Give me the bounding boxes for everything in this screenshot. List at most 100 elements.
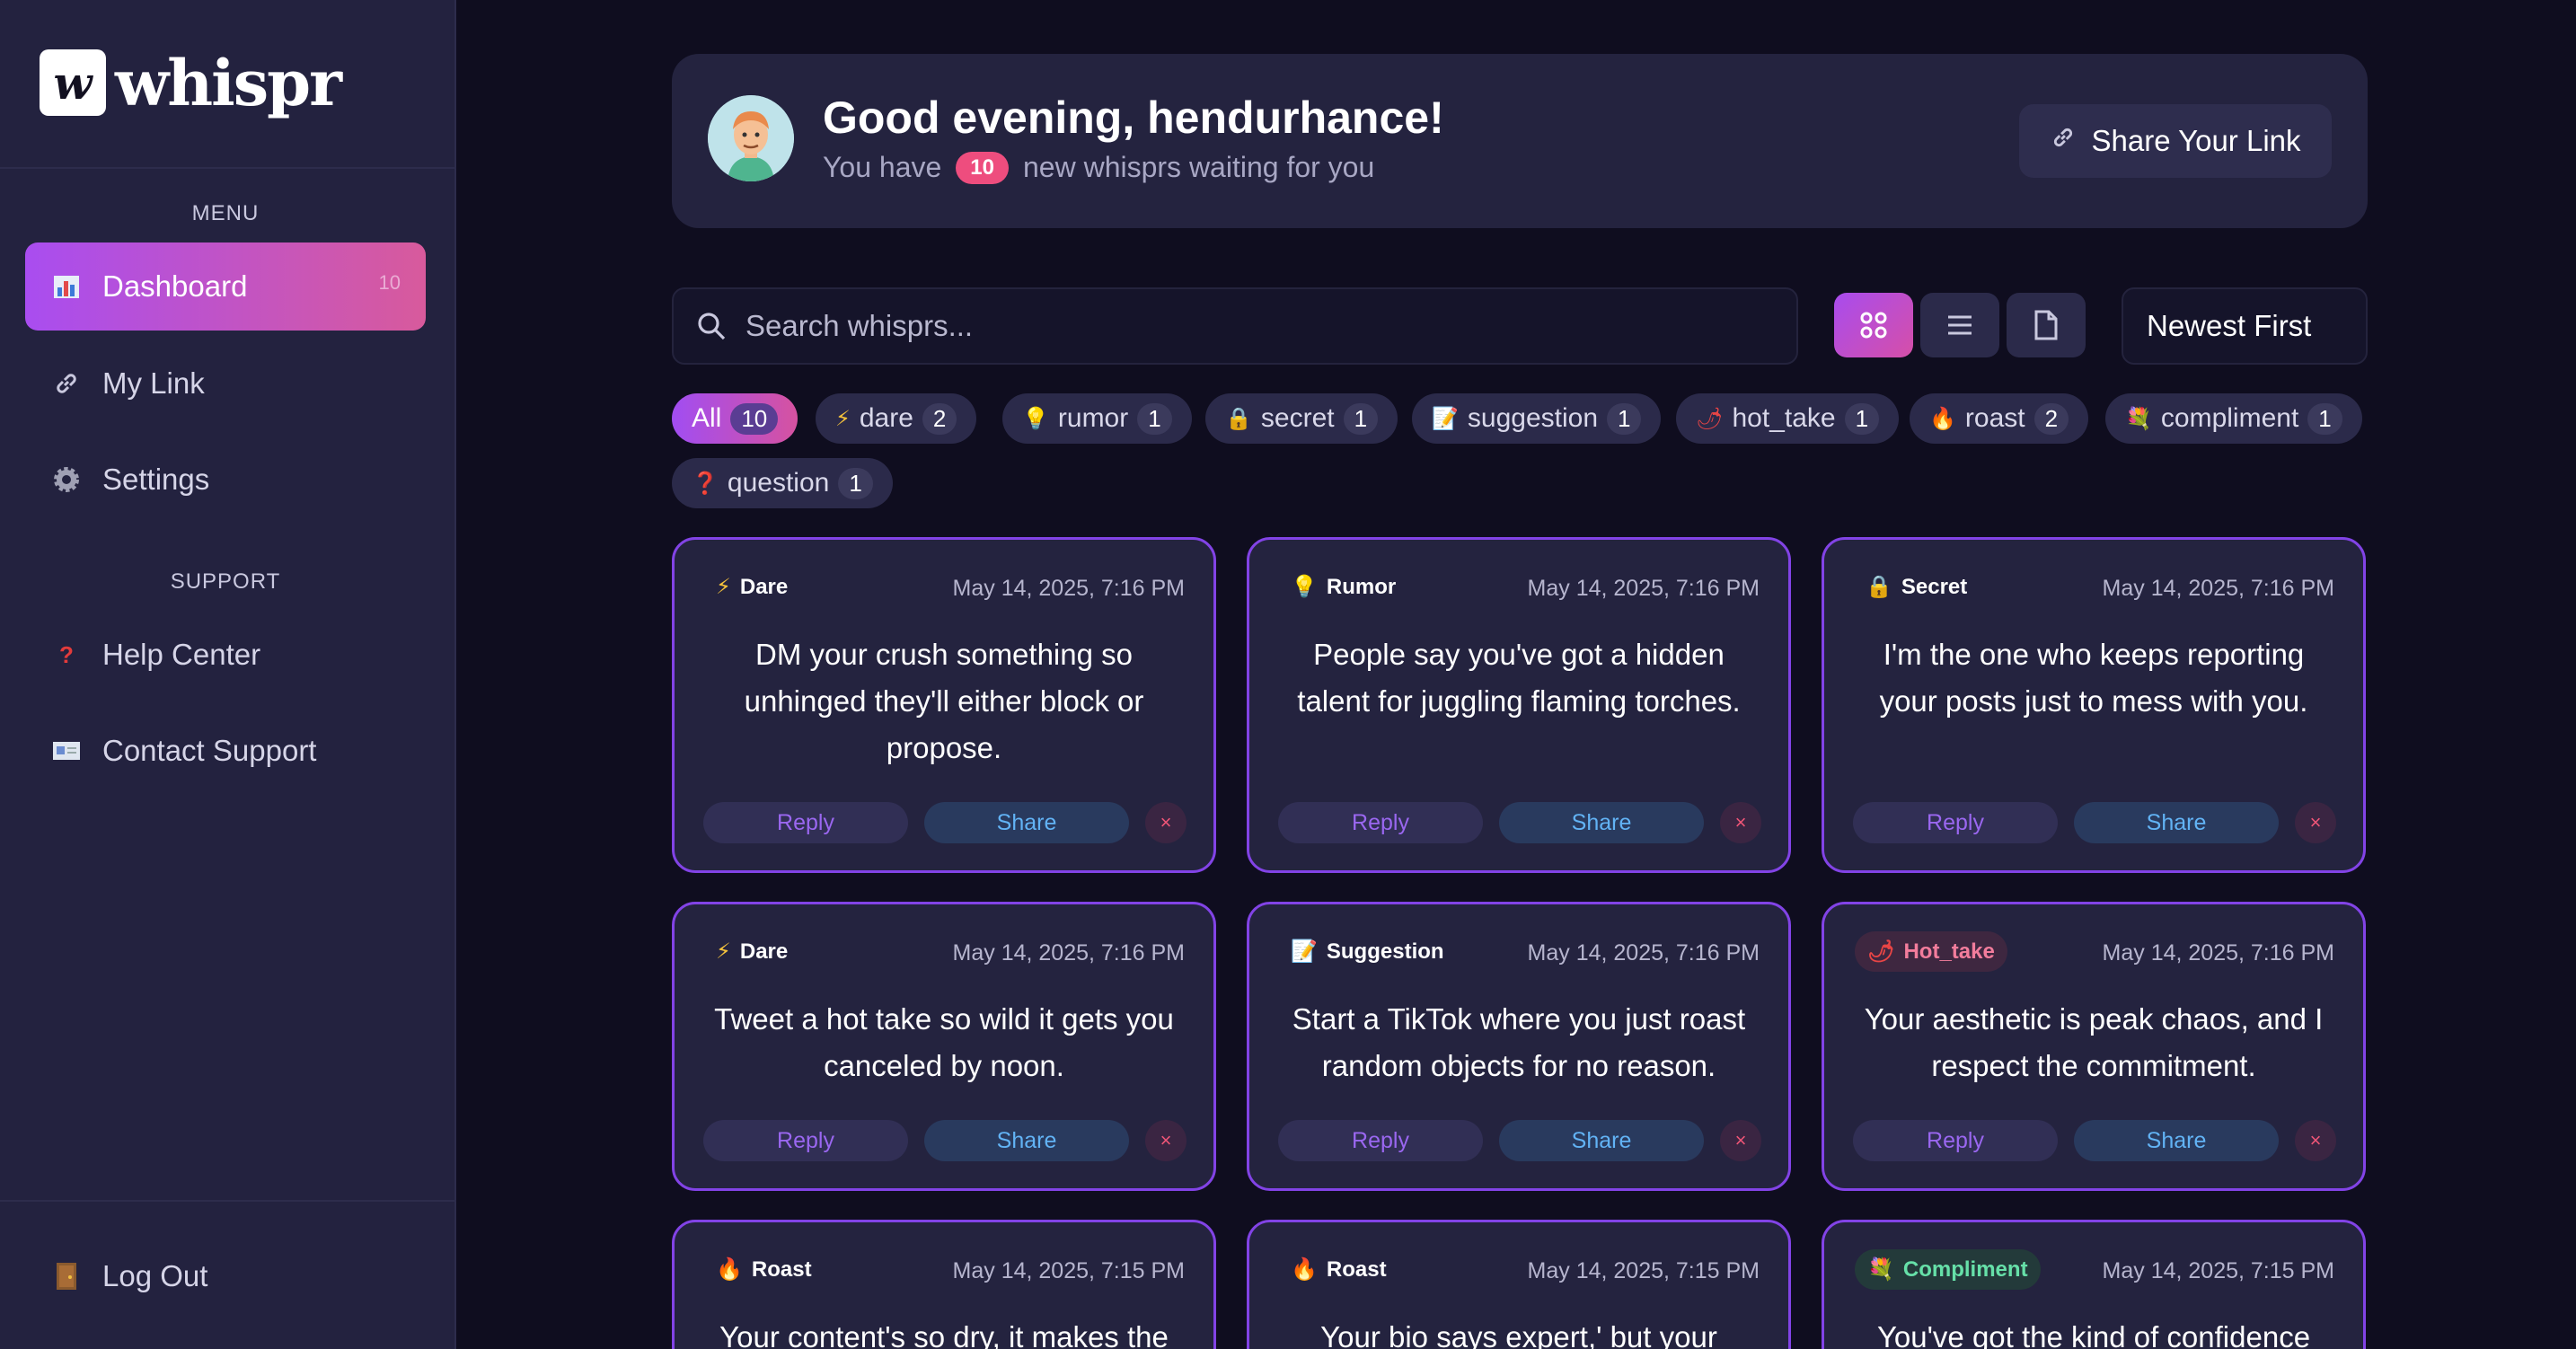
- sidebar-item-settings[interactable]: Settings: [25, 436, 426, 524]
- sidebar-item-contact-support[interactable]: Contact Support: [25, 707, 426, 795]
- envelope-icon: [52, 736, 81, 765]
- chip-count: 2: [922, 402, 957, 435]
- share-your-link-button[interactable]: Share Your Link: [2019, 104, 2332, 178]
- question-icon: ❓: [692, 471, 719, 496]
- whispr-card: 🔒 Secret May 14, 2025, 7:16 PM I'm the on…: [1822, 537, 2366, 873]
- card-date: May 14, 2025, 7:16 PM: [2102, 940, 2334, 965]
- sidebar-item-help-center[interactable]: ? Help Center: [25, 611, 426, 699]
- card-type: 🔥 Roast: [716, 1256, 812, 1283]
- reply-button[interactable]: Reply: [703, 802, 908, 843]
- filter-chip-secret[interactable]: 🔒 secret 1: [1205, 393, 1398, 444]
- card-type: 🔒 Secret: [1866, 574, 1968, 600]
- document-icon: [2034, 310, 2058, 340]
- logout-label: Log Out: [102, 1259, 208, 1292]
- sidebar-item-label: Contact Support: [102, 734, 317, 767]
- delete-button[interactable]: ×: [1145, 802, 1187, 843]
- card-date: May 14, 2025, 7:16 PM: [952, 576, 1185, 601]
- card-type: 💐 Compliment: [1855, 1249, 2041, 1290]
- fire-icon: 🔥: [1929, 406, 1956, 431]
- lightning-icon: ⚡: [716, 939, 731, 964]
- filter-chip-dare[interactable]: ⚡ dare 2: [816, 393, 977, 444]
- delete-button[interactable]: ×: [1720, 1120, 1761, 1161]
- logo[interactable]: w whispr: [40, 45, 342, 120]
- subline-prefix: You have: [823, 151, 942, 183]
- share-button[interactable]: Share: [2074, 802, 2279, 843]
- sort-dropdown[interactable]: Newest First: [2122, 287, 2368, 365]
- reply-button[interactable]: Reply: [1278, 1120, 1483, 1161]
- delete-button[interactable]: ×: [1720, 802, 1761, 843]
- filter-chip-all[interactable]: All 10: [672, 393, 798, 444]
- logout-button[interactable]: Log Out: [25, 1232, 426, 1320]
- chip-label: All: [692, 403, 722, 433]
- brand-name: whispr: [115, 45, 342, 120]
- filter-chip-hot-take[interactable]: 🌶 hot_take 1: [1676, 393, 1900, 444]
- whispr-card: 📝 Suggestion May 14, 2025, 7:16 PM Start …: [1247, 902, 1791, 1191]
- whispr-card: 🌶 Hot_take May 14, 2025, 7:16 PM Your aes…: [1822, 902, 2366, 1191]
- filter-chip-question[interactable]: ❓ question 1: [672, 458, 893, 508]
- share-button[interactable]: Share: [924, 1120, 1129, 1161]
- share-button[interactable]: Share: [924, 802, 1129, 843]
- delete-button[interactable]: ×: [1145, 1120, 1187, 1161]
- question-icon: ?: [59, 640, 74, 668]
- search-input[interactable]: [745, 309, 1734, 343]
- share-your-link-label: Share Your Link: [2091, 124, 2301, 157]
- card-actions: Reply Share ×: [703, 802, 1187, 843]
- lock-icon: 🔒: [1225, 406, 1252, 431]
- reply-button[interactable]: Reply: [1278, 802, 1483, 843]
- card-actions: Reply Share ×: [1853, 802, 2336, 843]
- new-count-badge: 10: [956, 151, 1009, 184]
- sidebar-item-dashboard[interactable]: Dashboard 10: [25, 242, 426, 331]
- card-message: People say you've got a hidden talent fo…: [1297, 638, 1741, 718]
- chip-label: hot_take: [1732, 403, 1836, 433]
- app-root: w whispr MENU Dashboard 10 My Link Setti…: [0, 0, 2576, 1349]
- card-message: Your content's so dry, it makes the: [719, 1320, 1169, 1349]
- filter-chip-rumor[interactable]: 💡 rumor 1: [1002, 393, 1192, 444]
- search-icon: [698, 313, 726, 340]
- card-message: I'm the one who keeps reporting your pos…: [1879, 638, 2308, 718]
- bouquet-icon: 💐: [1867, 1257, 1894, 1282]
- chip-count: 1: [1844, 402, 1880, 435]
- chip-count: 1: [1343, 402, 1379, 435]
- card-message: Your bio says expert,' but your: [1320, 1320, 1717, 1349]
- share-button[interactable]: Share: [1499, 1120, 1704, 1161]
- link-icon: [2050, 124, 2077, 158]
- chip-count: 10: [730, 402, 779, 435]
- share-button[interactable]: Share: [2074, 1120, 2279, 1161]
- card-type: ⚡ Dare: [716, 939, 789, 965]
- whispr-card: ⚡ Dare May 14, 2025, 7:16 PM DM your crus…: [672, 537, 1216, 873]
- lightbulb-icon: 💡: [1291, 575, 1318, 599]
- card-actions: Reply Share ×: [1278, 802, 1761, 843]
- filter-chip-roast[interactable]: 🔥 roast 2: [1910, 393, 2089, 444]
- list-view-button[interactable]: [1920, 293, 1999, 357]
- dashboard-count-badge: 10: [378, 271, 401, 294]
- reply-button[interactable]: Reply: [1853, 802, 2058, 843]
- bar-chart-icon: [52, 272, 81, 301]
- chili-icon: 🌶: [1867, 939, 1895, 964]
- card-type: 📝 Suggestion: [1291, 939, 1444, 965]
- whispr-card: 🔥 Roast May 14, 2025, 7:15 PM Your bio sa…: [1247, 1220, 1791, 1349]
- whispr-card: 🔥 Roast May 14, 2025, 7:15 PM Your conten…: [672, 1220, 1216, 1349]
- door-icon: [52, 1262, 81, 1291]
- card-date: May 14, 2025, 7:15 PM: [1527, 1258, 1760, 1283]
- card-message: Tweet a hot take so wild it gets you can…: [714, 1002, 1174, 1082]
- card-date: May 14, 2025, 7:16 PM: [1527, 940, 1760, 965]
- share-button[interactable]: Share: [1499, 802, 1704, 843]
- avatar[interactable]: [708, 95, 794, 181]
- document-view-button[interactable]: [2007, 293, 2086, 357]
- delete-button[interactable]: ×: [2295, 802, 2336, 843]
- sidebar: w whispr MENU Dashboard 10 My Link Setti…: [0, 0, 456, 1349]
- sidebar-item-label: My Link: [102, 366, 205, 400]
- grid-view-button[interactable]: [1834, 293, 1913, 357]
- lightning-icon: ⚡: [835, 406, 851, 431]
- lightning-icon: ⚡: [716, 575, 731, 599]
- filter-chip-compliment[interactable]: 💐 compliment 1: [2105, 393, 2362, 444]
- reply-button[interactable]: Reply: [703, 1120, 908, 1161]
- reply-button[interactable]: Reply: [1853, 1120, 2058, 1161]
- grid-icon: [1860, 312, 1887, 339]
- delete-button[interactable]: ×: [2295, 1120, 2336, 1161]
- sidebar-item-my-link[interactable]: My Link: [25, 339, 426, 428]
- subline-suffix: new whisprs waiting for you: [1022, 151, 1375, 183]
- card-date: May 14, 2025, 7:15 PM: [952, 1258, 1185, 1283]
- chip-label: dare: [859, 403, 913, 433]
- filter-chip-suggestion[interactable]: 📝 suggestion 1: [1412, 393, 1662, 444]
